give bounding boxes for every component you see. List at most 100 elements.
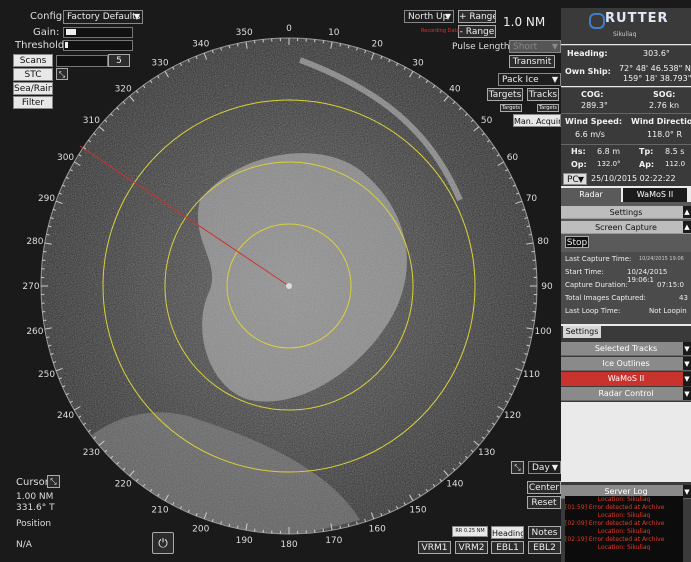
vrm1-button[interactable]: VRM1 bbox=[418, 541, 451, 554]
bearing-label: 220 bbox=[115, 480, 132, 490]
menu-ice-outlines[interactable]: Ice Outlines ▼ bbox=[561, 357, 691, 371]
wind-direction-value: 118.0° R bbox=[647, 130, 683, 139]
resize-icon[interactable]: ⤡ bbox=[56, 68, 68, 80]
server-log: Location: Sikuliaq [01:59] Error detecte… bbox=[565, 496, 683, 562]
range-increase-button[interactable]: + Range bbox=[458, 10, 496, 23]
vrm2-button[interactable]: VRM2 bbox=[455, 541, 488, 554]
log-message: [01:59] Error detected at Archive bbox=[565, 504, 665, 511]
stc-button[interactable]: STC bbox=[13, 68, 53, 81]
range-value: 1.0 NM bbox=[503, 15, 546, 29]
capture-duration-label: Capture Duration: bbox=[565, 281, 628, 289]
chevron-down-icon: ▼ bbox=[444, 12, 451, 21]
screen-capture-button[interactable]: Screen Capture ▲ bbox=[561, 221, 691, 234]
bearing-tick bbox=[526, 225, 530, 228]
bearing-label: 140 bbox=[446, 480, 463, 490]
stop-button[interactable]: Stop bbox=[565, 236, 589, 248]
targets-small-button[interactable]: Targets bbox=[500, 104, 522, 112]
vessel-name: Sikuliaq bbox=[613, 31, 637, 38]
bearing-label: 300 bbox=[57, 153, 74, 163]
ice-type-value: Pack Ice bbox=[502, 75, 539, 85]
targets-small-button-2[interactable]: Targets bbox=[537, 104, 559, 112]
menu-wamos[interactable]: WaMoS II ▼ bbox=[561, 372, 691, 386]
power-icon[interactable]: ⏻ bbox=[152, 532, 174, 554]
sea-rain-button[interactable]: Sea/Rain bbox=[13, 82, 53, 95]
sog-value: 2.76 kn bbox=[649, 101, 680, 110]
radar-scope[interactable]: 0 10 20 30 40 50 60 70 80 90 100 110 120 130 140 150 160… bbox=[0, 0, 561, 562]
chevron-down-icon: ▼ bbox=[551, 463, 558, 472]
notes-button[interactable]: Notes bbox=[528, 526, 561, 539]
menu-selected-tracks-label: Selected Tracks bbox=[594, 344, 658, 353]
recording-indicator: Recording Data bbox=[421, 28, 460, 34]
last-loop-value: Not Loopin bbox=[649, 307, 687, 315]
scans-button[interactable]: Scans bbox=[13, 54, 53, 67]
capture-duration-value: 07:15:0 bbox=[657, 281, 684, 289]
wind-speed-label: Wind Speed: bbox=[565, 117, 623, 126]
tracks-button[interactable]: Tracks bbox=[527, 88, 559, 101]
bearing-tick bbox=[236, 525, 239, 529]
menu-wamos-label: WaMoS II bbox=[607, 374, 645, 383]
bearing-label: 150 bbox=[409, 505, 426, 515]
transmit-button[interactable]: Transmit bbox=[509, 55, 555, 68]
pulse-length-dropdown[interactable]: Short ▼ bbox=[509, 40, 561, 53]
bearing-label: 50 bbox=[481, 116, 493, 126]
cursor-icon[interactable]: ⤡ bbox=[47, 475, 60, 488]
bearing-tick bbox=[339, 525, 342, 529]
ebl2-button[interactable]: EBL2 bbox=[528, 541, 561, 554]
range-rings-button[interactable]: RR 0.25 NM bbox=[452, 526, 488, 537]
time-source-dropdown[interactable]: PC ▼ bbox=[563, 173, 587, 185]
expand-icon[interactable]: ⤡ bbox=[511, 461, 524, 474]
filter-button[interactable]: Filter bbox=[13, 96, 53, 109]
chevron-down-icon: ▼ bbox=[683, 372, 691, 386]
brand-header: RUTTER Sikuliaq bbox=[561, 8, 691, 44]
own-ship-marker bbox=[286, 283, 292, 289]
bearing-tick bbox=[528, 233, 532, 236]
scans-slider[interactable] bbox=[56, 55, 108, 67]
ebl1-button[interactable]: EBL1 bbox=[491, 541, 524, 554]
start-time-label: Start Time: bbox=[565, 268, 604, 276]
bearing-label: 210 bbox=[151, 505, 168, 515]
chevron-down-icon: ▼ bbox=[551, 75, 558, 84]
bearing-label: 100 bbox=[534, 327, 551, 337]
manual-acquire-button[interactable]: Man. Acquire bbox=[513, 114, 561, 127]
op-value: 132.0° bbox=[597, 160, 621, 168]
bearing-label: 350 bbox=[236, 28, 253, 38]
chevron-down-icon: ▼ bbox=[683, 342, 691, 355]
own-ship-label: Own Ship: bbox=[565, 67, 611, 76]
bearing-tick bbox=[347, 523, 350, 527]
orientation-dropdown[interactable]: North Up ▼ bbox=[404, 10, 454, 23]
bearing-label: 130 bbox=[478, 448, 495, 458]
bearing-tick bbox=[228, 523, 231, 527]
brand-icon bbox=[589, 13, 605, 29]
range-decrease-button[interactable]: - Range bbox=[458, 25, 496, 38]
threshold-slider[interactable] bbox=[63, 40, 133, 51]
display-mode-dropdown[interactable]: Day ▼ bbox=[528, 461, 561, 474]
scans-value: 5 bbox=[108, 54, 130, 67]
config-label: Config: bbox=[30, 11, 66, 22]
config-dropdown[interactable]: Factory Defaults ▼ bbox=[63, 10, 143, 24]
ap-value: 112.0 bbox=[665, 160, 686, 168]
menu-radar-control[interactable]: Radar Control ▼ bbox=[561, 387, 691, 401]
bearing-label: 0 bbox=[286, 24, 292, 34]
threshold-slider-thumb[interactable] bbox=[65, 42, 68, 48]
center-button[interactable]: Center bbox=[527, 481, 561, 494]
bearing-label: 310 bbox=[83, 116, 100, 126]
tab-settings[interactable]: Settings bbox=[563, 326, 601, 338]
gain-slider[interactable] bbox=[63, 27, 133, 38]
bearing-tick bbox=[526, 344, 530, 347]
ice-type-dropdown[interactable]: Pack Ice ▼ bbox=[498, 73, 561, 86]
heading-button[interactable]: Heading bbox=[491, 526, 524, 539]
op-label: Op: bbox=[571, 160, 587, 169]
tab-radar[interactable]: Radar bbox=[561, 188, 621, 202]
tab-wamos[interactable]: WaMoS II bbox=[623, 188, 687, 202]
settings-button[interactable]: Settings ▲ bbox=[561, 206, 691, 219]
reset-button[interactable]: Reset bbox=[527, 496, 561, 509]
bearing-label: 260 bbox=[26, 327, 43, 337]
targets-button[interactable]: Targets bbox=[487, 88, 523, 101]
own-ship-lat: 72° 48' 46.538" N bbox=[619, 64, 691, 73]
log-location: Location: Sikuliaq bbox=[597, 512, 651, 519]
gain-slider-thumb[interactable] bbox=[66, 29, 76, 35]
bearing-tick bbox=[339, 43, 342, 47]
menu-selected-tracks[interactable]: Selected Tracks ▼ bbox=[561, 342, 691, 356]
log-message: [02:19] Error detected at Archive bbox=[565, 536, 665, 543]
ap-label: Ap: bbox=[639, 160, 655, 169]
